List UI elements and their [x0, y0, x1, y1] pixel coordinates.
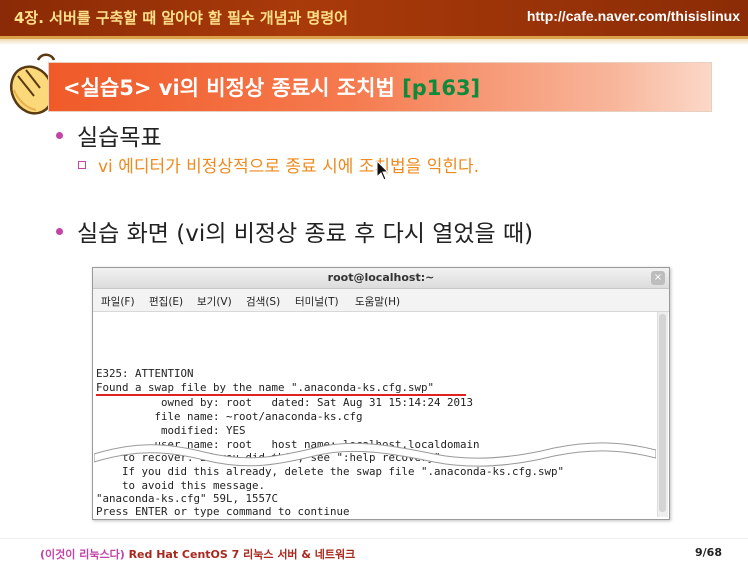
terminal-line: Found a swap file by the name ".anaconda… [96, 381, 435, 394]
terminal-menubar: 파일(F) 편집(E) 보기(V) 검색(S) 터미널(T) 도움말(H) [93, 289, 669, 312]
page-number: 9/68 [695, 546, 722, 559]
footer-book-title: (이것이 리눅스다) Red Hat CentOS 7 리눅스 서버 & 네트워… [40, 548, 356, 561]
terminal-line: Press ENTER or type command to continue [96, 505, 350, 517]
terminal-titlebar: root@localhost:~ × [93, 268, 669, 289]
slide-title: <실습5> vi의 비정상 종료시 조치법 [p163] [63, 76, 481, 100]
close-icon[interactable]: × [651, 271, 665, 285]
slide-header: 4장. 서버를 구축할 때 알아야 할 필수 개념과 명령어 http://ca… [0, 0, 748, 39]
page-reference: [p163] [402, 76, 481, 100]
terminal-line: If you did this already, delete the swap… [96, 465, 565, 478]
terminal-title: root@localhost:~ [327, 271, 435, 284]
header-shadow [0, 39, 748, 45]
footer-divider [0, 538, 748, 539]
menu-file[interactable]: 파일(F) [101, 294, 135, 309]
menu-view[interactable]: 보기(V) [197, 294, 232, 309]
terminal-line: "anaconda-ks.cfg" 59L, 1557C [96, 492, 279, 505]
terminal-scrollbar[interactable] [657, 312, 668, 517]
terminal-output: E325: ATTENTION Found a swap file by the… [94, 312, 656, 517]
terminal-line: owned by: root dated: Sat Aug 31 15:14:2… [96, 396, 474, 409]
bullet-goal-detail: vi 에디터가 비정상적으로 종료 시에 조치법을 익힌다. [78, 152, 479, 177]
mouse-pointer-icon [376, 160, 390, 181]
terminal-window: root@localhost:~ × 파일(F) 편집(E) 보기(V) 검색(… [92, 267, 670, 520]
chapter-title: 4장. 서버를 구축할 때 알아야 할 필수 개념과 명령어 [14, 9, 348, 27]
slide-title-bar: <실습5> vi의 비정상 종료시 조치법 [p163] [48, 62, 712, 112]
menu-terminal[interactable]: 터미널(T) [295, 294, 339, 309]
terminal-line: to avoid this message. [96, 479, 266, 492]
menu-edit[interactable]: 편집(E) [149, 294, 183, 309]
bullet-square-icon [78, 161, 86, 169]
menu-search[interactable]: 검색(S) [246, 294, 280, 309]
terminal-line: file name: ~root/anaconda-ks.cfg [96, 410, 363, 423]
bullet-dot-icon [56, 228, 63, 235]
menu-help[interactable]: 도움말(H) [355, 294, 400, 309]
cafe-url[interactable]: http://cafe.naver.com/thisislinux [527, 8, 740, 24]
bullet-dot-icon [56, 132, 63, 139]
bullet-practice-screen: 실습 화면 (vi의 비정상 종료 후 다시 열었을 때) [56, 214, 533, 248]
terminal-line: E325: ATTENTION [96, 367, 194, 380]
scrollbar-thumb[interactable] [659, 314, 666, 512]
bullet-practice-goal: 실습목표 [56, 118, 162, 152]
